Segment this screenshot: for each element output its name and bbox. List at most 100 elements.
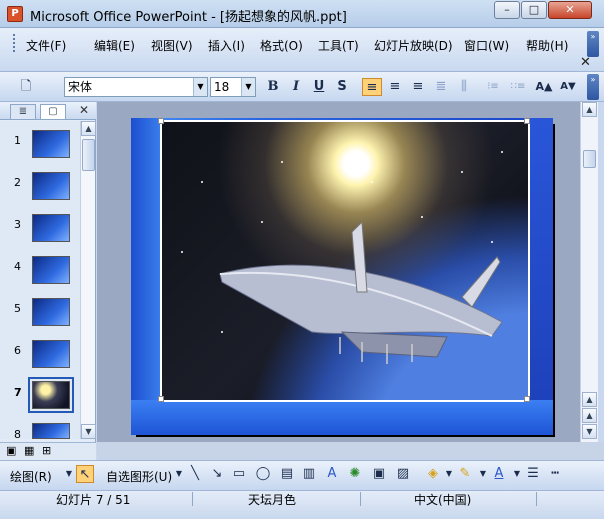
scroll-thumb[interactable] — [583, 150, 596, 168]
shrink-font-button[interactable]: A▼ — [557, 78, 579, 96]
previous-slide-icon[interactable]: ▲ — [582, 408, 597, 423]
arrow-tool-icon[interactable]: ↘ — [208, 465, 226, 483]
slide-number: 8 — [14, 428, 21, 441]
underline-button[interactable]: U — [310, 78, 328, 96]
resize-handle[interactable] — [524, 396, 530, 402]
view-buttons: ▣ ▦ ⊞ — [0, 442, 96, 460]
numbering-button[interactable]: ⁝≡ — [482, 78, 504, 96]
language-status: 中文(中国) — [414, 493, 472, 507]
picture-insert-icon[interactable]: ▨ — [394, 465, 412, 483]
slide-thumbnail-8[interactable] — [32, 423, 70, 439]
next-slide-icon[interactable]: ▼ — [582, 424, 597, 439]
resize-handle[interactable] — [158, 118, 164, 124]
slide-number: 1 — [14, 134, 21, 147]
select-pointer-icon[interactable]: ↖ — [76, 465, 94, 483]
slide-vertical-scrollbar[interactable]: ▲ ▲ ▲ ▼ — [580, 102, 598, 442]
new-document-icon[interactable]: 🗋 — [16, 78, 36, 96]
menu-file[interactable]: 文件(F) — [26, 37, 66, 54]
thumbnail-scrollbar[interactable]: ▲ ▼ — [80, 121, 96, 439]
menu-window[interactable]: 窗口(W) — [464, 37, 509, 54]
bullets-button[interactable]: ∷≡ — [507, 78, 529, 96]
align-left-button[interactable]: ≡ — [362, 78, 382, 96]
chevron-down-icon[interactable]: ▼ — [193, 78, 207, 96]
status-separator — [536, 492, 537, 506]
line-color-icon[interactable]: ✎ — [456, 465, 474, 483]
dash-style-icon[interactable]: ┅ — [546, 465, 564, 483]
slide-thumbnail-4[interactable] — [32, 256, 70, 284]
vertical-textbox-icon[interactable]: ▥ — [300, 465, 318, 483]
scroll-up-icon[interactable]: ▲ — [81, 121, 96, 136]
columns-button[interactable]: ⫼ — [454, 78, 474, 96]
slide-thumbnail-6[interactable] — [32, 340, 70, 368]
font-name-value: 宋体 — [68, 80, 93, 94]
template-status: 天坛月色 — [248, 493, 297, 507]
menu-slideshow[interactable]: 幻灯片放映(D) — [374, 37, 453, 54]
line-tool-icon[interactable]: ╲ — [186, 465, 204, 483]
spaceship-illustration — [181, 151, 503, 364]
slide-thumbnail-3[interactable] — [32, 214, 70, 242]
slide-number: 2 — [14, 176, 21, 189]
wordart-icon[interactable]: A — [323, 465, 341, 483]
slide-decoration — [530, 118, 553, 435]
font-size-select[interactable]: 18 ▼ — [210, 77, 256, 97]
menu-view[interactable]: 视图(V) — [151, 37, 193, 54]
slide-position-status: 幻灯片 7 / 51 — [56, 493, 131, 507]
resize-handle[interactable] — [524, 118, 530, 124]
chevron-down-icon[interactable]: ▼ — [241, 78, 255, 96]
tab-outline[interactable]: ≣ — [10, 104, 36, 119]
slide-thumbnail-5[interactable] — [32, 298, 70, 326]
font-name-select[interactable]: 宋体 ▼ — [64, 77, 208, 97]
autoshapes-menu-button[interactable]: 自选图形(U) — [106, 468, 172, 485]
align-center-button[interactable]: ≡ — [385, 78, 405, 96]
minimize-button[interactable]: – — [494, 1, 520, 19]
title-bar: P Microsoft Office PowerPoint - [扬起想象的风帆… — [0, 0, 604, 28]
font-color-icon[interactable]: A — [490, 465, 508, 483]
status-separator — [192, 492, 193, 506]
clipart-icon[interactable]: ▣ — [370, 465, 388, 483]
slide-thumbnail-2[interactable] — [32, 172, 70, 200]
normal-view-icon[interactable]: ▣ — [6, 444, 16, 457]
slide-thumbnail-1[interactable] — [32, 130, 70, 158]
diagram-icon[interactable]: ✺ — [346, 465, 364, 483]
document-close-icon[interactable]: ✕ — [580, 55, 591, 70]
menu-tools[interactable]: 工具(T) — [318, 37, 359, 54]
slide-sorter-icon[interactable]: ▦ — [24, 444, 34, 457]
font-size-value: 18 — [214, 80, 230, 94]
oval-tool-icon[interactable]: ◯ — [254, 465, 272, 483]
slideshow-icon[interactable]: ⊞ — [42, 444, 51, 457]
menu-edit[interactable]: 编辑(E) — [94, 37, 135, 54]
shadow-button[interactable]: S — [333, 78, 351, 96]
spaceship-picture[interactable] — [158, 118, 530, 402]
slide-decoration — [131, 400, 553, 435]
justify-button[interactable]: ≣ — [431, 78, 451, 96]
close-window-button[interactable]: ✕ — [548, 1, 592, 19]
horizontal-scroll-area — [97, 442, 604, 460]
toolbar-chevron-icon[interactable]: » — [587, 74, 599, 100]
maximize-button[interactable]: □ — [521, 1, 547, 19]
menu-format[interactable]: 格式(O) — [260, 37, 303, 54]
panel-close-icon[interactable]: ✕ — [79, 103, 89, 117]
menu-help[interactable]: 帮助(H) — [526, 37, 568, 54]
window-title: Microsoft Office PowerPoint - [扬起想象的风帆.p… — [30, 10, 347, 25]
tab-slides[interactable]: ▢ — [40, 104, 66, 119]
align-right-button[interactable]: ≡ — [408, 78, 428, 96]
slide-number: 7 — [14, 386, 22, 399]
slide-thumbnail-7[interactable] — [32, 381, 70, 409]
menu-chevron-icon[interactable]: » — [587, 31, 599, 57]
slide-number: 5 — [14, 302, 21, 315]
scroll-down-icon[interactable]: ▲ — [582, 392, 597, 407]
bold-button[interactable]: B — [264, 78, 282, 96]
textbox-tool-icon[interactable]: ▤ — [278, 465, 296, 483]
line-style-icon[interactable]: ☰ — [524, 465, 542, 483]
powerpoint-app-icon[interactable]: P — [7, 6, 23, 22]
rectangle-tool-icon[interactable]: ▭ — [230, 465, 248, 483]
menu-insert[interactable]: 插入(I) — [208, 37, 245, 54]
menu-grip-handle[interactable] — [13, 34, 17, 52]
draw-menu-button[interactable]: 绘图(R) — [10, 468, 52, 485]
resize-handle[interactable] — [158, 396, 164, 402]
scroll-down-icon[interactable]: ▼ — [81, 424, 96, 439]
scroll-up-icon[interactable]: ▲ — [582, 102, 597, 117]
scroll-thumb[interactable] — [82, 139, 95, 171]
grow-font-button[interactable]: A▲ — [533, 78, 555, 96]
italic-button[interactable]: I — [287, 78, 305, 96]
